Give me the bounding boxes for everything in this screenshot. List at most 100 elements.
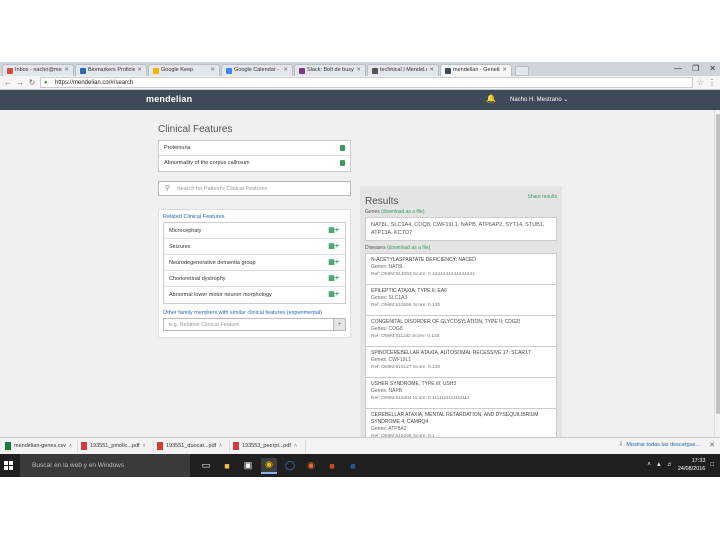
share-results-link[interactable]: Share results — [528, 194, 557, 200]
maximize-icon[interactable]: ❐ — [692, 64, 699, 73]
user-menu[interactable]: Nacho H. Mestrano ⌄ — [510, 96, 568, 103]
close-tab-icon[interactable]: ✕ — [502, 65, 507, 76]
download-item[interactable]: 193551_pmolic...pdf ˄ — [78, 439, 154, 453]
browser-tab[interactable]: Google Calendar - S ✕ — [221, 64, 293, 76]
download-item[interactable]: 193553_peerpl...pdf ˄ — [230, 439, 306, 453]
tab-label: Biomarkers Proficiency — [88, 67, 136, 73]
chevron-up-icon[interactable]: ˄ — [647, 462, 651, 468]
related-feature-label: Seizures — [169, 244, 191, 250]
chevron-up-icon[interactable]: ˄ — [143, 440, 146, 453]
taskbar-search-input[interactable]: Buscar en la web y en Windows — [20, 454, 190, 477]
store-icon[interactable]: ▣ — [240, 458, 256, 474]
browser-tab[interactable]: Inbox - nacho@mendel✕ — [2, 64, 74, 76]
scrollbar-thumb[interactable] — [716, 114, 720, 414]
disease-result[interactable]: EPILEPTIC ATAXIA, TYPE 6; EA6 Genes: SLC1… — [365, 284, 557, 315]
add-feature-icon[interactable]: ▦+ — [328, 243, 339, 250]
related-feature-label: Microcephaly — [169, 228, 202, 234]
bell-icon[interactable]: 🔔 — [486, 94, 496, 103]
file-explorer-icon[interactable]: ■ — [219, 458, 235, 474]
browser-tab[interactable]: Biomarkers Proficiency✕ — [75, 64, 147, 76]
disease-name: CONGENITAL DISORDER OF GLYCOSYLATION, TY… — [371, 319, 520, 325]
volume-icon[interactable]: ♬ — [667, 462, 673, 468]
chevron-up-icon[interactable]: ˄ — [294, 440, 297, 453]
browser-tab[interactable]: Slack: Bolt de busy ✕ — [294, 64, 366, 76]
downloads-bar: mendelian-genes.csv ˄ 193551_pmolic...pdf ˄… — [0, 437, 720, 454]
network-icon[interactable]: ▲ — [656, 462, 662, 468]
clock-time: 17:33 — [691, 458, 706, 464]
related-features-box: Related Clinical Features Microcephaly ▦+… — [158, 209, 351, 338]
tab-label: mendelian · Genetic — [453, 67, 501, 73]
related-features-header: Related Clinical Features — [163, 214, 225, 220]
add-feature-icon[interactable]: ▦+ — [328, 259, 339, 266]
disease-name: SPINOCEREBELLAR ATAXIA, AUTOSOMAL RECESS… — [371, 350, 531, 356]
download-item[interactable]: 193551_duocat...pdf ˄ — [154, 439, 230, 453]
close-tab-icon[interactable]: ✕ — [356, 65, 361, 76]
add-feature-icon[interactable]: ▦+ — [328, 291, 339, 298]
minimize-icon[interactable]: — — [674, 64, 682, 73]
family-feature-input[interactable]: e.g. Relative Clinical Feature — [163, 318, 334, 331]
family-members-row: e.g. Relative Clinical Feature + — [163, 318, 346, 331]
disease-result[interactable]: USHER SYNDROME, TYPE III; USH3 Genes: NAP… — [365, 377, 557, 408]
word-icon[interactable]: ■ — [345, 458, 361, 474]
add-feature-icon[interactable]: ▦+ — [328, 275, 339, 282]
chevron-up-icon[interactable]: ˄ — [69, 440, 72, 453]
close-tab-icon[interactable]: ✕ — [283, 65, 288, 76]
edge-icon[interactable]: ◯ — [282, 458, 298, 474]
close-window-icon[interactable]: ✕ — [709, 64, 716, 73]
disease-result[interactable]: N-ACETYLASPARTATE DEFICIENCY; NACED Genes… — [365, 253, 557, 284]
search-icon: ⚲ — [165, 185, 171, 192]
tab-favicon-icon — [153, 67, 159, 74]
download-item[interactable]: mendelian-genes.csv ˄ — [2, 439, 78, 453]
trash-icon[interactable] — [340, 145, 345, 151]
disease-name: CEREBELLAR ATAXIA, MENTAL RETARDATION, A… — [371, 412, 539, 425]
disease-ref: Ref: OMIM:611182 Score: 0.125 — [371, 334, 440, 339]
new-tab-button[interactable] — [515, 66, 529, 76]
show-all-downloads-link[interactable]: ⇩ Mostrar todas las descargas... — [618, 441, 700, 449]
close-tab-icon[interactable]: ✕ — [429, 65, 434, 76]
notifications-icon[interactable]: □ — [710, 462, 714, 468]
family-add-button[interactable]: + — [334, 318, 346, 331]
back-icon[interactable]: ← — [4, 78, 12, 87]
forward-icon[interactable]: → — [16, 78, 24, 87]
brand-logo[interactable]: mendelian — [146, 94, 192, 104]
browser-tab[interactable]: Google Keep ✕ — [148, 64, 220, 76]
tab-favicon-icon — [372, 67, 378, 74]
disease-genes: Genes: NAT8L — [371, 264, 404, 270]
disease-result[interactable]: CONGENITAL DISORDER OF GLYCOSYLATION, TY… — [365, 315, 557, 346]
clinical-features-title: Clinical Features — [158, 124, 233, 135]
task-view-icon[interactable]: ▭ — [198, 458, 214, 474]
close-tab-icon[interactable]: ✕ — [210, 65, 215, 76]
bookmark-star-icon[interactable]: ☆ — [697, 78, 704, 87]
related-feature-item: Neurodegenerative dementia group ▦+ — [164, 255, 345, 271]
url-input[interactable]: ● https://mendelian.co/#/search — [40, 77, 693, 88]
close-downloads-icon[interactable]: ✕ — [709, 441, 715, 449]
disease-ref: Ref: OMIM:614063 Score: 0.34444444444444… — [371, 272, 475, 277]
firefox-icon[interactable]: ◉ — [303, 458, 319, 474]
clock[interactable]: 17:33 24/08/2016 — [678, 457, 706, 473]
page-scrollbar[interactable] — [714, 110, 720, 477]
trash-icon[interactable] — [340, 160, 345, 166]
chrome-icon[interactable]: ◉ — [261, 457, 277, 474]
add-feature-icon[interactable]: ▦+ — [328, 227, 339, 234]
tab-favicon-icon — [7, 67, 13, 74]
disease-result[interactable]: SPINOCEREBELLAR ATAXIA, AUTOSOMAL RECESS… — [365, 346, 557, 377]
download-genes-link[interactable]: (download as a file) — [381, 209, 424, 215]
tab-favicon-icon — [226, 67, 232, 74]
disease-name: N-ACETYLASPARTATE DEFICIENCY; NACED — [371, 257, 476, 263]
clinical-feature-search-input[interactable]: ⚲ Search for Patient's Clinical Features — [158, 181, 351, 196]
close-tab-icon[interactable]: ✕ — [64, 65, 69, 76]
start-button[interactable] — [0, 454, 16, 477]
related-feature-item: Microcephaly ▦+ — [164, 223, 345, 239]
disease-name: USHER SYNDROME, TYPE III; USH3 — [371, 381, 457, 387]
browser-tab[interactable]: mendelian · Genetic ✕ — [440, 64, 512, 76]
feature-tag-label: Abnormality of the corpus callosum — [164, 160, 250, 166]
tab-label: technical | Mendel.co — [380, 67, 428, 73]
chevron-up-icon[interactable]: ˄ — [219, 440, 222, 453]
reload-icon[interactable]: ↻ — [28, 78, 36, 87]
close-tab-icon[interactable]: ✕ — [137, 65, 142, 76]
browser-menu-icon[interactable]: ⋮ — [708, 78, 716, 87]
pdf-file-icon — [81, 442, 87, 450]
browser-tab[interactable]: technical | Mendel.co ✕ — [367, 64, 439, 76]
download-diseases-link[interactable]: (download as a file) — [387, 245, 430, 251]
powerpoint-icon[interactable]: ■ — [324, 458, 340, 474]
